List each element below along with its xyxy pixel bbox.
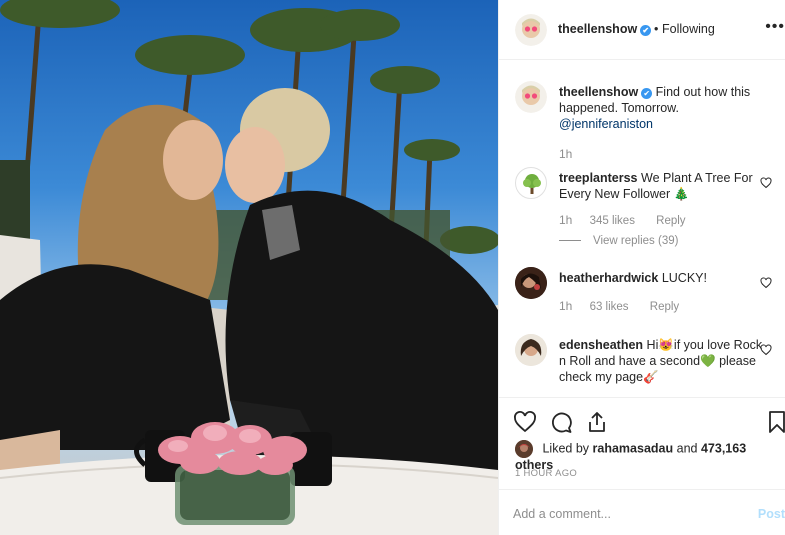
more-horizontal-icon[interactable]: ••• — [765, 18, 785, 36]
comment-text-block: heatherhardwick LUCKY! — [559, 270, 764, 286]
commenter-avatar[interactable] — [515, 267, 547, 299]
post-comment-button[interactable]: Post — [758, 507, 785, 521]
comment-icon[interactable] — [549, 410, 573, 434]
comment-text-block: treeplanterss We Plant A Tree For Every … — [559, 170, 764, 202]
comment-reply-button[interactable]: Reply — [656, 215, 685, 227]
liker-avatar[interactable] — [515, 440, 533, 458]
comment-text: LUCKY! — [661, 271, 707, 285]
author-username[interactable]: theellenshow ✔ — [558, 22, 652, 36]
comment-username[interactable]: heatherhardwick — [559, 271, 658, 285]
caption-meta: 1h — [559, 147, 586, 161]
comment-meta: 1h 63 likes Reply — [559, 299, 697, 313]
liked-by-connector: and — [676, 441, 698, 456]
comment-username[interactable]: edensheathen — [559, 338, 643, 352]
commenter-avatar[interactable] — [515, 334, 547, 366]
comment-reply-button[interactable]: Reply — [650, 301, 679, 313]
verified-badge-icon: ✔ — [641, 88, 653, 99]
caption-mention-link[interactable]: @jenniferaniston — [559, 117, 653, 131]
caption-username[interactable]: theellenshow — [559, 85, 638, 99]
comment-likes[interactable]: 63 likes — [590, 301, 629, 313]
comments-list[interactable]: theellenshow ✔ Find out how this happened… — [499, 61, 785, 397]
post-timestamp[interactable]: 1 HOUR AGO — [515, 468, 577, 479]
post-photo-illustration — [0, 0, 498, 535]
comment-like-heart-icon[interactable] — [760, 344, 772, 356]
author-avatar[interactable] — [515, 14, 547, 46]
comment-meta: 1h 345 likes Reply — [559, 213, 704, 227]
commenter-avatar[interactable] — [515, 167, 547, 199]
verified-badge-icon: ✔ — [640, 25, 652, 36]
add-comment-bar: Post — [499, 489, 785, 535]
following-button[interactable]: Following — [662, 22, 715, 36]
comment-like-heart-icon[interactable] — [760, 277, 772, 289]
caption-text-block: theellenshow ✔ Find out how this happened… — [559, 84, 764, 132]
post-header: theellenshow ✔ • Following ••• — [499, 0, 785, 60]
post-actions: Liked by rahamasadau and 473,163 others … — [499, 397, 785, 489]
comment-username[interactable]: treeplanterss — [559, 171, 638, 185]
comment-likes[interactable]: 345 likes — [590, 215, 635, 227]
add-comment-input[interactable] — [513, 504, 743, 524]
view-replies-label[interactable]: View replies (39) — [593, 235, 678, 247]
author-username-text[interactable]: theellenshow — [558, 22, 637, 36]
follow-separator: • — [654, 22, 659, 36]
view-replies-line — [559, 240, 581, 242]
heart-icon[interactable] — [513, 410, 537, 434]
liked-by-prefix: Liked by — [542, 441, 590, 456]
comment-time[interactable]: 1h — [559, 299, 572, 313]
caption-time[interactable]: 1h — [559, 147, 572, 161]
post-sidebar: theellenshow ✔ • Following ••• theellensh… — [499, 0, 785, 535]
bookmark-icon[interactable] — [765, 410, 785, 434]
share-icon[interactable] — [585, 410, 609, 434]
view-replies-button[interactable]: View replies (39) — [559, 235, 678, 247]
post-photo[interactable] — [0, 0, 498, 535]
comment-text-block: edensheathen Hi😻if you love Rock n Roll … — [559, 337, 764, 385]
comment-like-heart-icon[interactable] — [760, 177, 772, 189]
liked-by-user-link[interactable]: rahamasadau — [593, 441, 674, 455]
caption-avatar[interactable] — [515, 81, 547, 113]
comment-time[interactable]: 1h — [559, 213, 572, 227]
